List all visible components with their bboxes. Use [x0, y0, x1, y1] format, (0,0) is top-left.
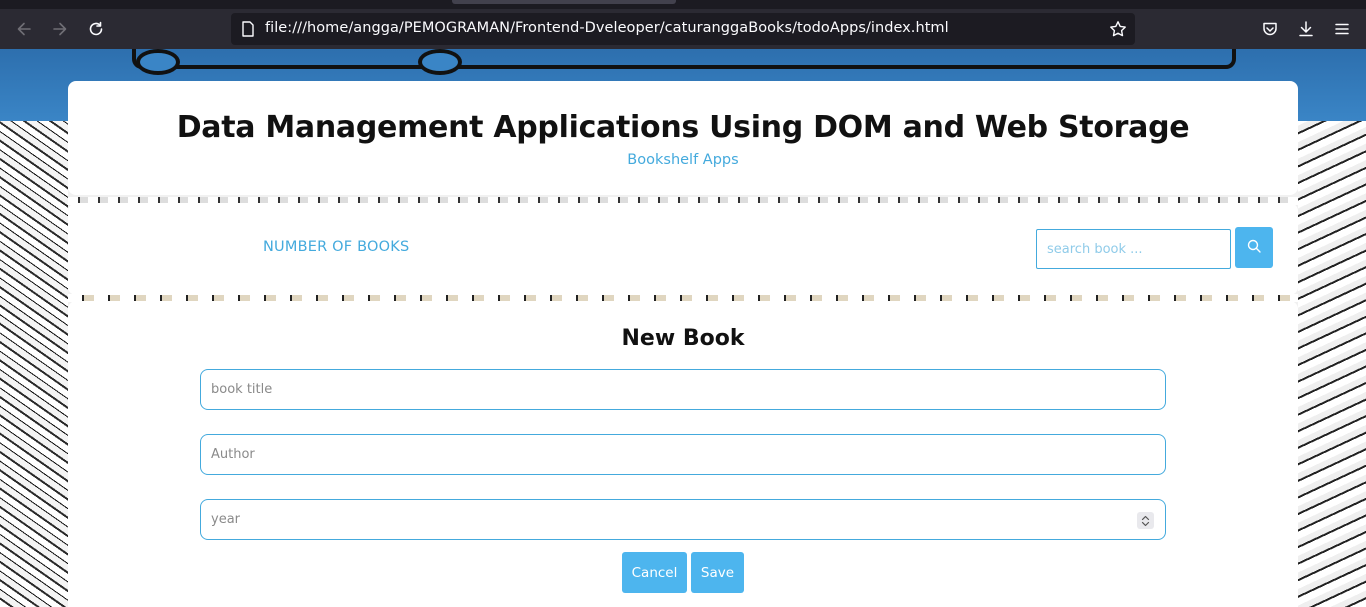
background-manga-right [1298, 121, 1366, 607]
bookmark-star-icon[interactable] [1109, 20, 1127, 42]
background-decoration [136, 49, 180, 75]
url-text: file:///home/angga/PEMOGRAMAN/Frontend-D… [265, 20, 949, 36]
author-input[interactable] [200, 434, 1166, 475]
book-count-card: NUMBER OF BOOKS [68, 203, 1298, 295]
background-manga-left [0, 121, 68, 607]
back-arrow-icon[interactable] [12, 17, 36, 41]
menu-icon[interactable] [1330, 17, 1354, 41]
browser-toolbar: file:///home/angga/PEMOGRAMAN/Frontend-D… [0, 9, 1366, 49]
web-page: Data Management Applications Using DOM a… [0, 49, 1366, 607]
new-book-form: New Book Cancel Save [68, 301, 1298, 607]
page-title: Data Management Applications Using DOM a… [176, 110, 1190, 145]
pocket-icon[interactable] [1258, 17, 1282, 41]
background-decoration [418, 49, 462, 75]
active-tab-indicator[interactable] [452, 0, 676, 4]
stepper-arrows-icon [1141, 515, 1150, 526]
forward-arrow-icon[interactable] [48, 17, 72, 41]
year-input[interactable] [200, 499, 1166, 540]
search-icon [1247, 239, 1261, 256]
book-count-label: NUMBER OF BOOKS [263, 239, 410, 255]
book-title-input[interactable] [200, 369, 1166, 410]
tab-strip [0, 0, 1366, 9]
page-subtitle: Bookshelf Apps [627, 152, 739, 168]
search-button[interactable] [1235, 227, 1273, 268]
header-card: Data Management Applications Using DOM a… [68, 81, 1298, 195]
page-icon [241, 21, 255, 41]
address-bar[interactable]: file:///home/angga/PEMOGRAMAN/Frontend-D… [231, 13, 1135, 45]
download-icon[interactable] [1294, 17, 1318, 41]
reload-icon[interactable] [84, 17, 108, 41]
search-input[interactable] [1036, 229, 1231, 269]
year-stepper[interactable] [1137, 512, 1154, 529]
form-title: New Book [621, 326, 745, 351]
background-decoration [132, 49, 1236, 69]
save-button[interactable]: Save [691, 552, 744, 593]
cancel-button[interactable]: Cancel [622, 552, 687, 593]
